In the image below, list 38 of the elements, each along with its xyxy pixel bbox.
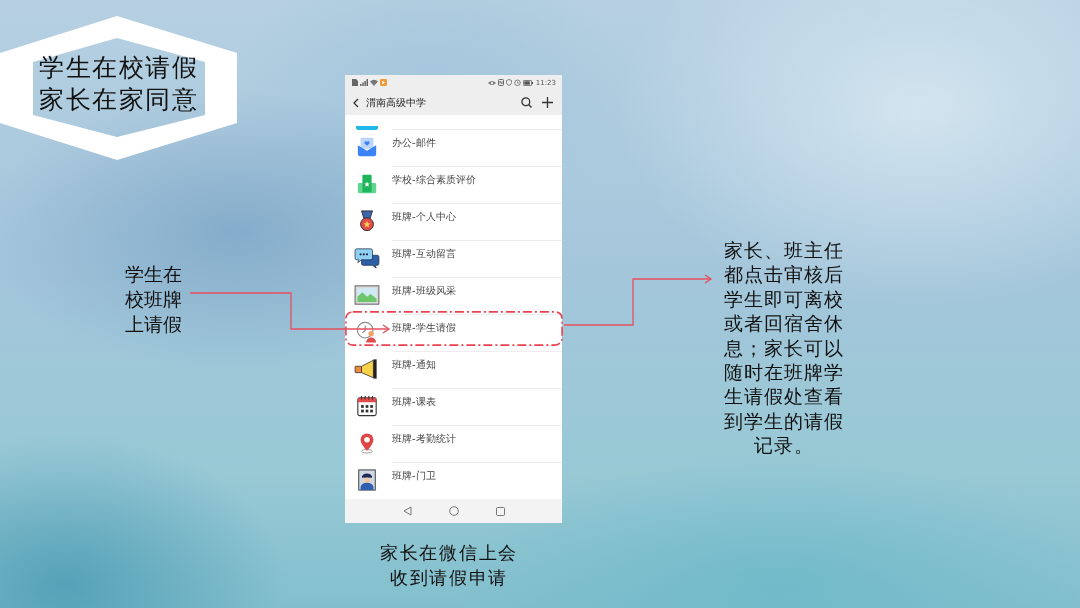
wifi-icon: [370, 79, 378, 86]
clock-person-icon: [355, 321, 378, 343]
battery-icon: [522, 79, 533, 86]
nfc-icon: [497, 79, 504, 86]
menu-item[interactable]: 班牌-课表: [345, 388, 562, 425]
guard-icon: [355, 469, 378, 491]
menu-item[interactable]: 班牌-个人中心: [345, 203, 562, 240]
left-caption: 学生在校班牌上请假: [125, 262, 183, 337]
menu-item[interactable]: 班牌-班级风采: [345, 277, 562, 314]
calendar-icon: [355, 395, 378, 417]
mail-icon: [355, 136, 378, 158]
search-icon[interactable]: [521, 97, 532, 108]
signal-icon: [360, 79, 368, 86]
recent-apps-icon[interactable]: [495, 506, 505, 516]
sim-card-icon: [352, 79, 358, 86]
star-card-icon: [355, 173, 378, 195]
landscape-picture-icon: [353, 284, 380, 306]
back-icon[interactable]: [353, 97, 359, 108]
alarm-icon: [513, 79, 521, 86]
title-line: 学生在校请假: [39, 52, 198, 84]
app-badge-icon: [380, 79, 387, 86]
add-icon[interactable]: [542, 97, 553, 108]
chat-bubbles-icon: [353, 247, 380, 269]
cut-off-icon: [356, 126, 378, 130]
right-caption: 家长、班主任都点击审核后学生即可离校或者回宿舍休息；家长可以随时在班牌学生请假处查看到学生的请假记录。: [723, 238, 844, 458]
eye-icon: [487, 79, 496, 86]
home-icon[interactable]: [448, 506, 459, 516]
megaphone-icon: [353, 358, 380, 380]
bottom-caption: 家长在微信上会收到请假申请: [379, 541, 519, 590]
menu-item[interactable]: 班牌-学生请假: [345, 314, 562, 351]
menu-item[interactable]: 办公-邮件: [345, 129, 562, 166]
menu-item[interactable]: 学校-综合素质评价: [345, 166, 562, 203]
title-line: 家长在家同意: [39, 84, 198, 116]
shield-icon: [505, 79, 512, 86]
menu-item[interactable]: 班牌-通知: [345, 351, 562, 388]
menu-item[interactable]: 班牌-考勤统计: [345, 425, 562, 462]
menu-item[interactable]: 班牌-互动留言: [345, 240, 562, 277]
header-title: 渭南高级中学: [366, 95, 427, 110]
